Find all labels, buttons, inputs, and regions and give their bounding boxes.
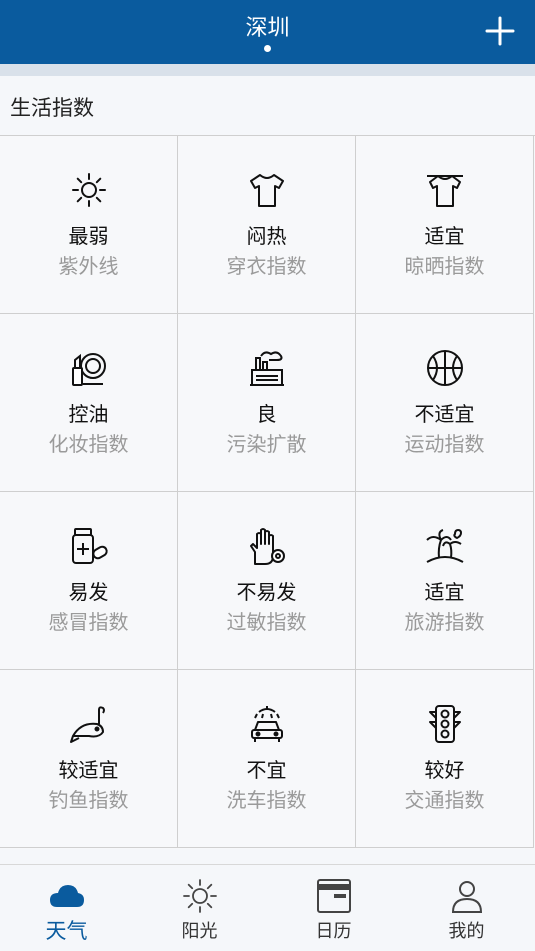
page-indicator-dot [264, 45, 271, 52]
index-cell-uv[interactable]: 最弱 紫外线 [0, 136, 178, 314]
tshirt-icon [250, 174, 284, 207]
bottom-tab-bar: 天气 阳光 日历 我的 [0, 864, 535, 951]
sun-icon [72, 173, 106, 207]
index-value: 较好 [424, 758, 465, 782]
index-value: 不宜 [246, 758, 287, 782]
index-label: 旅游指数 [404, 610, 485, 634]
index-label: 晾晒指数 [404, 254, 485, 278]
tab-label: 我的 [448, 921, 485, 942]
index-label: 污染扩散 [226, 432, 307, 456]
traffic-light-icon [429, 705, 461, 743]
index-label: 感冒指数 [48, 610, 129, 634]
section-title: 生活指数 [10, 96, 94, 120]
top-bar: 深圳 [0, 0, 535, 64]
glove-pollen-icon [250, 528, 285, 565]
index-cell-dressing[interactable]: 闷热 穿衣指数 [178, 136, 356, 314]
makeup-icon [72, 353, 106, 386]
index-label: 钓鱼指数 [48, 788, 129, 812]
tab-calendar[interactable]: 日历 [267, 865, 400, 951]
index-cell-drying[interactable]: 适宜 晾晒指数 [356, 136, 534, 314]
index-cell-sport[interactable]: 不适宜 运动指数 [356, 314, 534, 492]
palm-island-icon [426, 529, 464, 563]
index-label: 穿衣指数 [226, 254, 307, 278]
index-cell-cold[interactable]: 易发 感冒指数 [0, 492, 178, 670]
index-value: 不易发 [236, 580, 297, 604]
person-icon [451, 881, 483, 913]
fish-hook-icon [70, 706, 105, 743]
sun-icon [183, 879, 217, 913]
tab-label: 阳光 [181, 921, 218, 942]
tab-sunshine[interactable]: 阳光 [133, 865, 266, 951]
index-value: 适宜 [424, 224, 465, 248]
index-label: 洗车指数 [226, 788, 307, 812]
index-cell-makeup[interactable]: 控油 化妆指数 [0, 314, 178, 492]
index-label: 紫外线 [58, 254, 119, 278]
index-cell-travel[interactable]: 适宜 旅游指数 [356, 492, 534, 670]
index-value: 不适宜 [414, 402, 475, 426]
tab-label: 日历 [315, 921, 352, 942]
index-value: 易发 [68, 580, 109, 604]
index-label: 运动指数 [404, 432, 485, 456]
add-city-icon[interactable] [483, 14, 517, 48]
medicine-icon [72, 528, 108, 564]
tab-profile[interactable]: 我的 [400, 865, 533, 951]
tab-label: 天气 [45, 919, 88, 943]
basketball-icon [427, 350, 463, 386]
car-wash-icon [251, 706, 283, 742]
index-cell-traffic[interactable]: 较好 交通指数 [356, 670, 534, 848]
index-cell-allergy[interactable]: 不易发 过敏指数 [178, 492, 356, 670]
index-cell-fishing[interactable]: 较适宜 钓鱼指数 [0, 670, 178, 848]
index-cell-pollution[interactable]: 良 污染扩散 [178, 314, 356, 492]
factory-icon [250, 351, 284, 386]
index-value: 最弱 [68, 224, 109, 248]
tab-weather[interactable]: 天气 [0, 865, 133, 951]
city-title[interactable]: 深圳 [0, 10, 535, 42]
index-value: 适宜 [424, 580, 465, 604]
index-cell-carwash[interactable]: 不宜 洗车指数 [178, 670, 356, 848]
clothes-hanger-icon [427, 175, 463, 207]
index-value: 较适宜 [58, 758, 119, 782]
index-value: 控油 [68, 402, 109, 426]
index-label: 交通指数 [404, 788, 485, 812]
index-label: 化妆指数 [48, 432, 129, 456]
cloud-icon [50, 885, 84, 907]
life-index-grid: 最弱 紫外线 闷热 穿衣指数 适宜 晾晒指数 控油 化妆指数 良 污染扩散 不适… [0, 135, 535, 849]
index-value: 良 [256, 402, 277, 426]
header-shadow-strip [0, 64, 535, 76]
calendar-icon [317, 879, 351, 913]
index-label: 过敏指数 [226, 610, 307, 634]
index-value: 闷热 [246, 224, 287, 248]
